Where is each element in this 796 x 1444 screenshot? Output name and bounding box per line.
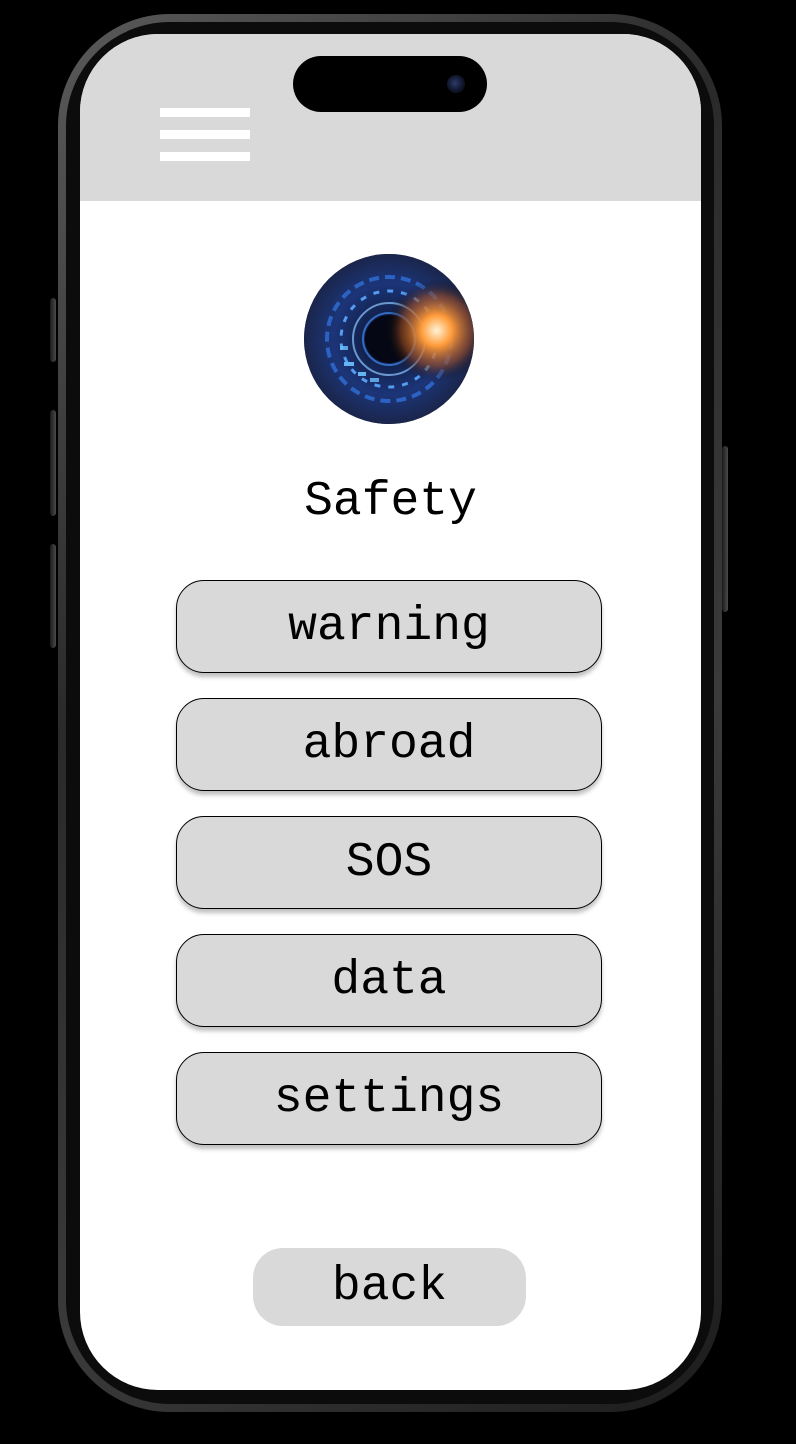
- page-title: Safety: [304, 475, 477, 529]
- app-header: [80, 34, 701, 201]
- sos-button[interactable]: SOS: [176, 816, 602, 909]
- front-camera-icon: [447, 75, 465, 93]
- volume-up-button: [50, 410, 56, 516]
- hamburger-menu-icon[interactable]: [160, 106, 250, 164]
- dynamic-island: [293, 56, 487, 112]
- warning-button[interactable]: warning: [176, 580, 602, 673]
- back-button[interactable]: back: [253, 1248, 526, 1326]
- volume-down-button: [50, 544, 56, 648]
- cyber-eye-image: [304, 254, 474, 424]
- settings-button[interactable]: settings: [176, 1052, 602, 1145]
- action-button: [50, 298, 56, 362]
- abroad-button[interactable]: abroad: [176, 698, 602, 791]
- data-button[interactable]: data: [176, 934, 602, 1027]
- safety-menu: warning abroad SOS data settings: [176, 580, 602, 1170]
- phone-screen: Safety warning abroad SOS data settings …: [80, 34, 701, 1390]
- power-button: [722, 446, 728, 612]
